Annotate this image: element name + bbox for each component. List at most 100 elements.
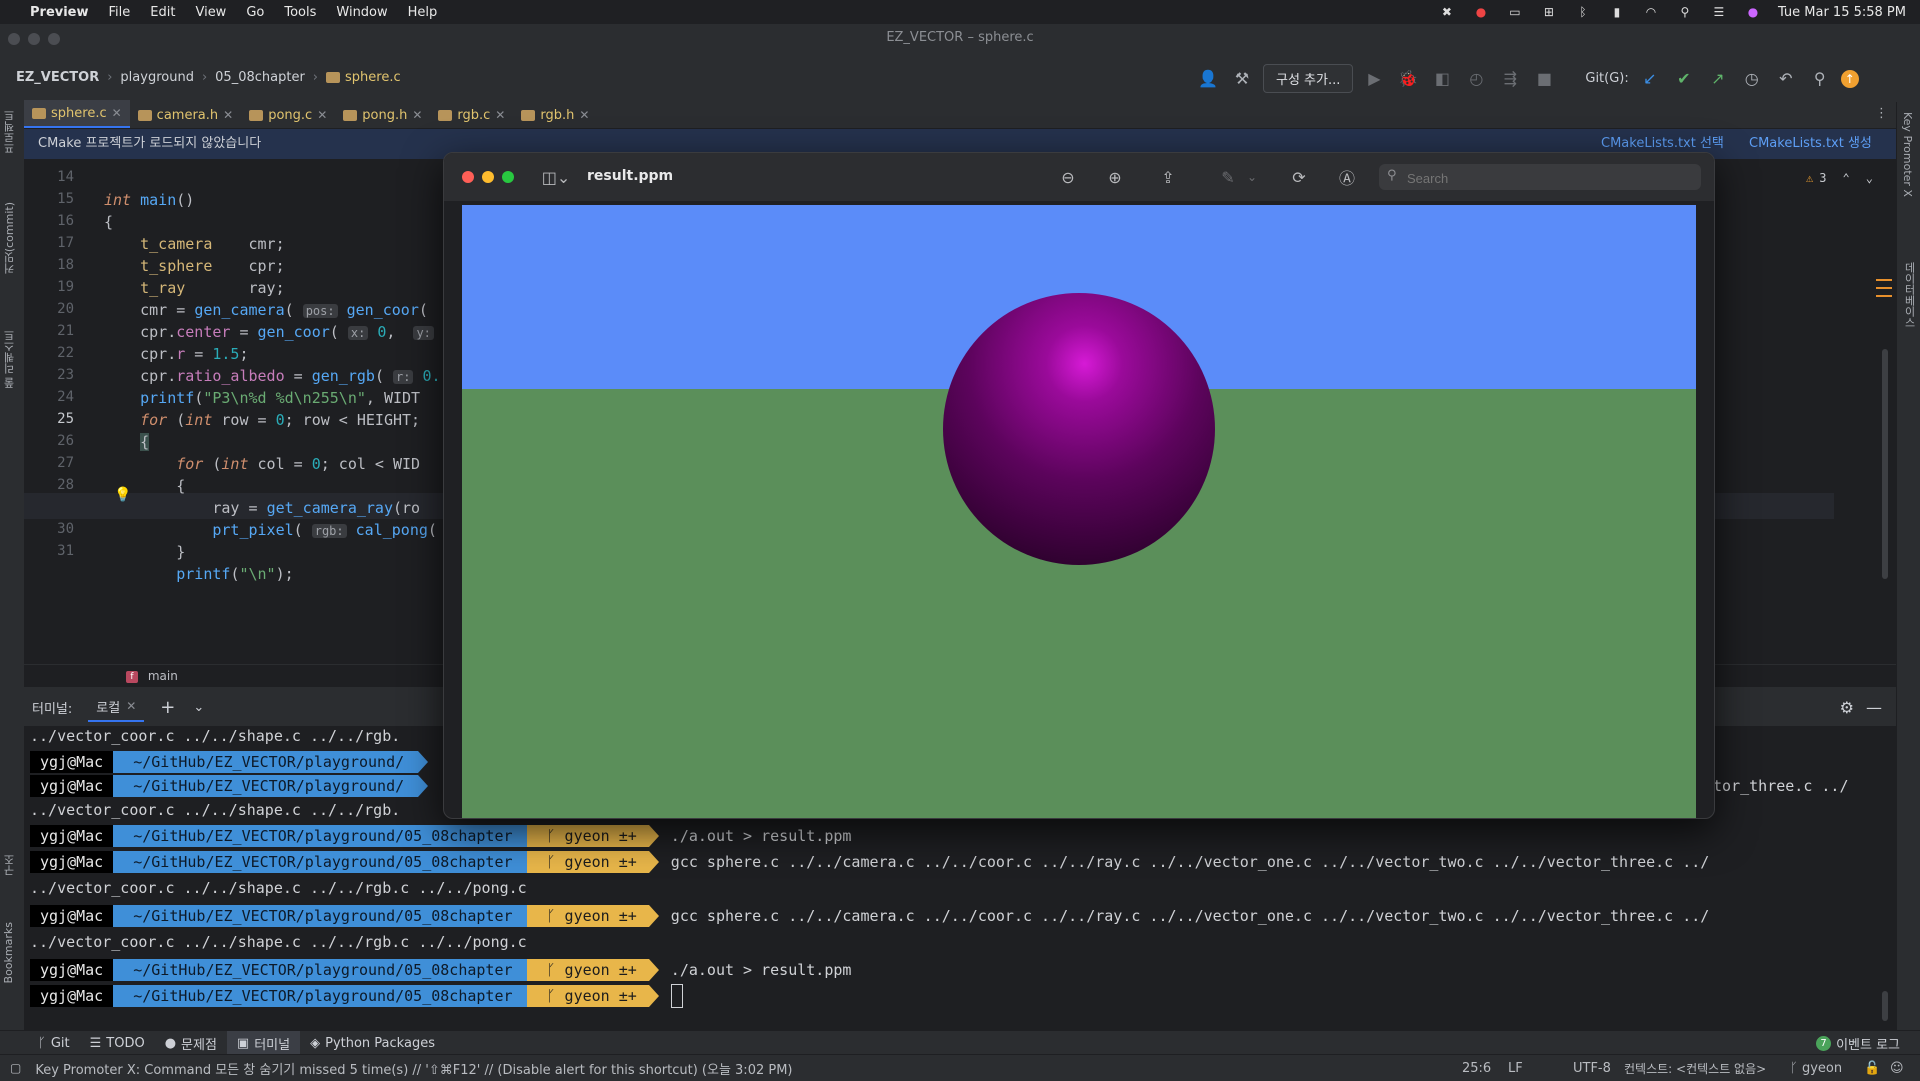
tool-git[interactable]: ᚴ Git (28, 1031, 80, 1055)
inspector-icon[interactable]: ☺ (1890, 1061, 1904, 1076)
toggle-tool-windows-icon[interactable]: ▢ (10, 1061, 21, 1075)
close-icon[interactable]: ✕ (112, 106, 122, 120)
search-everywhere-icon[interactable]: ⚲ (1807, 66, 1833, 92)
markup-pen-icon[interactable]: ✎ (1216, 165, 1240, 189)
window-close-button[interactable] (8, 33, 20, 45)
menu-view[interactable]: View (185, 5, 236, 20)
user-icon[interactable]: 👤 (1195, 66, 1221, 92)
zoom-out-icon[interactable]: ⊖ (1056, 165, 1080, 189)
preview-close-button[interactable] (462, 171, 474, 183)
menu-file[interactable]: File (99, 5, 141, 20)
tool-terminal[interactable]: ▣ 터미널 (226, 1031, 301, 1055)
menubar-datetime[interactable]: Tue Mar 15 5:58 PM (1778, 5, 1906, 20)
git-history-icon[interactable]: ◷ (1739, 66, 1765, 92)
close-icon[interactable]: ✕ (412, 108, 422, 122)
markup-toolbar-icon[interactable]: Ⓐ (1335, 165, 1359, 189)
close-icon[interactable]: ✕ (317, 108, 327, 122)
breadcrumb-folder-chapter[interactable]: 05_08chapter (215, 70, 305, 85)
terminal-scrollbar[interactable] (1882, 991, 1888, 1021)
tool-python-packages[interactable]: ◈ Python Packages (300, 1031, 445, 1055)
close-icon[interactable]: ✕ (579, 108, 589, 122)
structure-tool-tab[interactable]: 구조 (2, 854, 18, 876)
tab-camera-h[interactable]: camera.h ✕ (130, 102, 242, 128)
share-icon[interactable]: ⇪ (1156, 165, 1180, 189)
rotate-icon[interactable]: ⟳ (1287, 165, 1311, 189)
breadcrumb-file[interactable]: sphere.c (345, 70, 401, 85)
window-zoom-button[interactable] (48, 33, 60, 45)
zoom-in-icon[interactable]: ⊕ (1103, 165, 1127, 189)
editor-breadcrumb-function[interactable]: main (148, 669, 178, 683)
git-update-icon[interactable]: ↙ (1637, 66, 1663, 92)
add-configuration-button[interactable]: 구성 추가... (1263, 64, 1354, 93)
bookmarks-tool-tab[interactable]: Bookmarks (2, 922, 15, 983)
menu-app[interactable]: Preview (20, 5, 99, 20)
menu-go[interactable]: Go (236, 5, 274, 20)
git-push-icon[interactable]: ↗ (1705, 66, 1731, 92)
sidebar-toggle-icon[interactable]: ◫⌄ (539, 165, 573, 189)
window-minimize-button[interactable] (28, 33, 40, 45)
git-branch-status[interactable]: ᚴ gyeon (1790, 1061, 1842, 1076)
wifi-icon[interactable]: ◠ (1642, 5, 1660, 19)
breadcrumb-folder-playground[interactable]: playground (120, 70, 194, 85)
siri-icon[interactable]: ● (1744, 5, 1762, 19)
ide-update-icon[interactable]: ↑ (1840, 69, 1859, 88)
tab-rgb-c[interactable]: rgb.c ✕ (430, 102, 513, 128)
database-tool-tab[interactable]: 데이터베이스 (1901, 262, 1917, 328)
menu-edit[interactable]: Edit (140, 5, 185, 20)
tool-todo[interactable]: ☰ TODO (80, 1031, 155, 1055)
close-icon[interactable]: ✕ (126, 699, 136, 713)
control-center-icon[interactable]: ☰ (1710, 5, 1728, 19)
bluetooth-icon[interactable]: ᛒ (1574, 5, 1592, 19)
preview-window[interactable]: ◫⌄ result.ppm ⊖ ⊕ ⇪ ✎ ⌄ ⟳ Ⓐ ⚲ (443, 152, 1715, 819)
terminal-dropdown-icon[interactable]: ⌄ (193, 700, 204, 715)
tool-event-log[interactable]: 7 이벤트 로그 (1806, 1031, 1910, 1055)
coverage-icon[interactable]: ◧ (1429, 66, 1455, 92)
preview-minimize-button[interactable] (482, 171, 494, 183)
pull-requests-tool-tab[interactable]: 풀 리퀘스트 (2, 330, 18, 389)
prev-problem-icon[interactable]: ⌃ (1842, 171, 1849, 185)
caret-position[interactable]: 25:6 (1462, 1061, 1491, 1076)
tab-pong-h[interactable]: pong.h ✕ (335, 102, 430, 128)
status-message[interactable]: Key Promoter X: Command 모든 창 숨기기 missed … (35, 1059, 792, 1078)
hide-panel-icon[interactable]: — (1866, 698, 1882, 717)
search-input[interactable] (1405, 167, 1689, 189)
tab-pong-c[interactable]: pong.c ✕ (241, 102, 335, 128)
terminal-tab-local[interactable]: 로컬 ✕ (88, 693, 145, 722)
menu-help[interactable]: Help (398, 5, 448, 20)
new-terminal-icon[interactable]: + (160, 697, 175, 718)
app-status-icon[interactable]: ✖ (1438, 5, 1456, 19)
build-hammer-icon[interactable]: ⚒ (1229, 66, 1255, 92)
create-cmakelists-link[interactable]: CMakeLists.txt 생성 (1749, 129, 1872, 159)
more-tabs-icon[interactable]: ⋮ (1875, 106, 1888, 121)
commit-tool-tab[interactable]: 커밋(commit) (2, 202, 18, 274)
menu-tools[interactable]: Tools (274, 5, 326, 20)
git-rollback-icon[interactable]: ↶ (1773, 66, 1799, 92)
file-encoding[interactable]: UTF-8 (1573, 1061, 1611, 1076)
tab-rgb-h[interactable]: rgb.h ✕ (513, 102, 597, 128)
close-icon[interactable]: ✕ (223, 108, 233, 122)
intention-bulb-icon[interactable]: 💡 (114, 487, 131, 503)
terminal-cursor[interactable] (670, 984, 683, 1008)
editor-scrollbar[interactable] (1882, 349, 1888, 579)
context-selector[interactable]: 컨텍스트: <컨텍스트 없음> (1624, 1060, 1766, 1077)
next-problem-icon[interactable]: ⌄ (1866, 171, 1873, 185)
stop-icon[interactable]: ■ (1531, 66, 1557, 92)
tab-sphere-c[interactable]: sphere.c ✕ (24, 100, 130, 128)
markup-dropdown-icon[interactable]: ⌄ (1240, 165, 1264, 189)
line-separator[interactable]: LF (1508, 1061, 1523, 1076)
spotlight-icon[interactable]: ⚲ (1676, 5, 1694, 19)
key-promoter-tool-tab[interactable]: Key Promoter X (1901, 112, 1914, 197)
profile-icon[interactable]: ◴ (1463, 66, 1489, 92)
run-icon[interactable]: ▶ (1361, 66, 1387, 92)
close-icon[interactable]: ✕ (495, 108, 505, 122)
error-stripe-marks[interactable] (1876, 279, 1892, 309)
tool-problems[interactable]: ● 문제점 (155, 1031, 227, 1055)
project-tool-tab[interactable]: 프로젝트 (2, 110, 18, 154)
keyboard-icon[interactable]: ▭ (1506, 5, 1524, 19)
debug-icon[interactable]: 🐞 (1395, 66, 1421, 92)
lock-icon[interactable]: 🔓 (1864, 1061, 1880, 1076)
input-method-icon[interactable]: ⊞ (1540, 5, 1558, 19)
attach-icon[interactable]: ⇶ (1497, 66, 1523, 92)
breadcrumb-project[interactable]: EZ_VECTOR (16, 70, 99, 85)
warning-icon[interactable]: ⚠ (1806, 171, 1813, 185)
